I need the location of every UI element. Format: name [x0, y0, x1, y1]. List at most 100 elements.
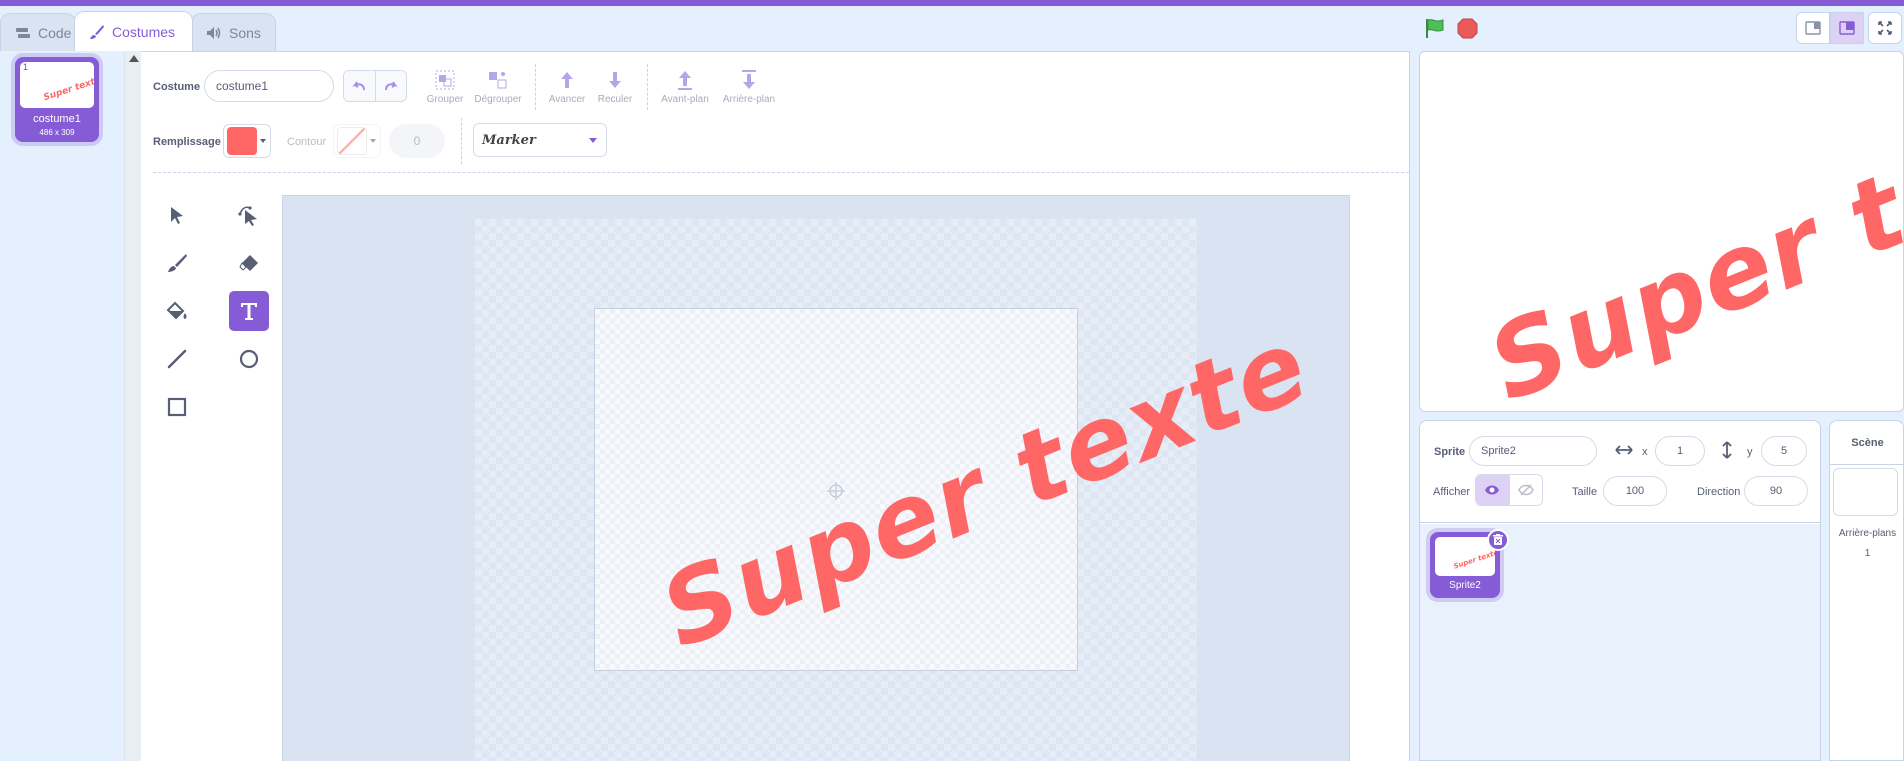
- speaker-icon: [206, 26, 222, 40]
- stage-text: Super texte: [1473, 53, 1904, 412]
- sprite-thumbnail-text: Super texte: [1453, 549, 1495, 571]
- fill-color-swatch: [227, 127, 257, 155]
- sprite-name-input[interactable]: Sprite2: [1469, 436, 1597, 466]
- sprite-thumbnail: Super texte: [1435, 537, 1499, 576]
- tab-costumes[interactable]: Costumes: [74, 11, 193, 51]
- toolbar-separator: [461, 118, 462, 164]
- scroll-up-arrow-icon[interactable]: [129, 55, 139, 62]
- text-tool[interactable]: [229, 291, 269, 331]
- rectangle-tool[interactable]: [157, 387, 197, 427]
- small-stage-button[interactable]: [1796, 12, 1830, 44]
- horizontal-arrows-icon: [1615, 445, 1633, 455]
- costume-tile[interactable]: Super texte 1 costume1 486 x 309: [15, 57, 99, 142]
- outline-label: Contour: [287, 136, 327, 148]
- outline-width-input[interactable]: 0: [389, 124, 445, 158]
- costume-thumbnail: Super texte: [20, 62, 96, 108]
- brush-icon: [168, 254, 187, 272]
- stop-icon[interactable]: [1457, 18, 1478, 39]
- reshape-tool[interactable]: [229, 195, 269, 235]
- costume-number: 1: [23, 62, 29, 72]
- tab-label: Sons: [229, 24, 261, 41]
- backdrops-label: Arrière-plans: [1838, 528, 1897, 539]
- sprite-name: Sprite2: [1449, 580, 1481, 591]
- eye-icon: [1485, 485, 1500, 495]
- eye-slash-icon: [1517, 484, 1534, 496]
- show-sprite-button[interactable]: [1476, 475, 1509, 505]
- costume-name-label: Costume: [153, 81, 201, 93]
- tab-sounds[interactable]: Sons: [191, 13, 276, 51]
- forward-button[interactable]: Avancer: [542, 69, 592, 105]
- sprite-list: Super texte Sprite2: [1420, 524, 1820, 760]
- editor-tabs: Code Costumes Sons: [0, 11, 276, 51]
- brush-icon: [89, 24, 105, 40]
- eraser-tool[interactable]: [229, 243, 269, 283]
- paint-canvas[interactable]: Super texte: [282, 195, 1350, 761]
- sprite-info-panel: Sprite Sprite2 x 1 y 5 Afficher Taille 1…: [1419, 420, 1821, 761]
- backdrop-thumbnail[interactable]: [1833, 468, 1898, 516]
- group-icon: [435, 70, 455, 90]
- sprite-tile[interactable]: Super texte Sprite2: [1430, 529, 1509, 598]
- costume-list: Super texte 1 costume1 486 x 309: [0, 51, 124, 761]
- tab-code[interactable]: Code: [0, 13, 76, 51]
- text-icon: [241, 303, 257, 320]
- fill-color-picker[interactable]: [223, 124, 271, 158]
- backward-icon: [609, 72, 621, 88]
- delete-sprite-button[interactable]: [1487, 529, 1509, 551]
- size-input[interactable]: 100: [1603, 476, 1667, 506]
- brush-tool[interactable]: [157, 243, 197, 283]
- front-label: Avant-plan: [661, 94, 709, 105]
- hide-sprite-button[interactable]: [1508, 475, 1543, 505]
- group-button[interactable]: Grouper: [420, 69, 470, 105]
- bring-to-front-button[interactable]: Avant-plan: [660, 69, 710, 105]
- ungroup-button[interactable]: Dégrouper: [473, 69, 523, 105]
- costume-thumbnail-text: Super texte: [42, 75, 94, 103]
- select-tool[interactable]: [157, 195, 197, 235]
- direction-input[interactable]: 90: [1744, 476, 1808, 506]
- chevron-down-icon: [260, 139, 266, 143]
- direction-label: Direction: [1697, 486, 1741, 498]
- y-label: y: [1747, 446, 1753, 458]
- forward-icon: [561, 72, 573, 88]
- circle-tool[interactable]: [229, 339, 269, 379]
- fullscreen-button[interactable]: [1868, 12, 1902, 44]
- line-tool[interactable]: [157, 339, 197, 379]
- rectangle-icon: [167, 397, 187, 417]
- outline-color-picker[interactable]: [333, 124, 381, 158]
- sprite-info: Sprite Sprite2 x 1 y 5 Afficher Taille 1…: [1420, 421, 1820, 523]
- line-icon: [167, 349, 187, 369]
- undo-icon: [352, 81, 366, 91]
- ungroup-label: Dégrouper: [474, 94, 522, 105]
- toolbar-separator: [647, 64, 648, 110]
- redo-button[interactable]: [374, 71, 406, 101]
- chevron-down-icon: [589, 138, 597, 143]
- ungroup-icon: [489, 72, 507, 89]
- paint-bucket-icon: [166, 301, 187, 320]
- canvas-text-layer: Super texte: [646, 306, 1324, 671]
- backward-label: Reculer: [597, 94, 633, 105]
- code-icon: [15, 27, 31, 39]
- x-label: x: [1642, 446, 1648, 458]
- stage[interactable]: Super texte: [1419, 51, 1904, 412]
- normal-stage-button[interactable]: [1830, 12, 1864, 44]
- forward-label: Avancer: [548, 94, 586, 105]
- costume-name-input[interactable]: costume1: [204, 70, 334, 102]
- back-icon: [742, 70, 756, 89]
- green-flag-icon[interactable]: [1424, 17, 1446, 44]
- font-dropdown[interactable]: Marker: [473, 123, 607, 157]
- send-to-back-button[interactable]: Arrière-plan: [721, 69, 777, 105]
- arrow-pointer-icon: [171, 207, 183, 224]
- y-input[interactable]: 5: [1761, 436, 1807, 466]
- stage-selector-title: Scène: [1830, 421, 1904, 465]
- backward-button[interactable]: Reculer: [590, 69, 640, 105]
- eraser-icon: [239, 255, 258, 271]
- fill-tool[interactable]: [157, 291, 197, 331]
- costume-list-scrollbar[interactable]: [124, 51, 141, 761]
- x-input[interactable]: 1: [1655, 436, 1705, 466]
- undo-button[interactable]: [344, 71, 375, 101]
- stage-selector[interactable]: Scène Arrière-plans 1: [1829, 420, 1904, 761]
- trash-icon: [1493, 534, 1503, 545]
- undo-redo-group: [343, 70, 407, 102]
- stage-size-toggle: [1796, 12, 1902, 44]
- costume-name: costume1: [33, 113, 81, 125]
- tab-label: Costumes: [112, 23, 176, 40]
